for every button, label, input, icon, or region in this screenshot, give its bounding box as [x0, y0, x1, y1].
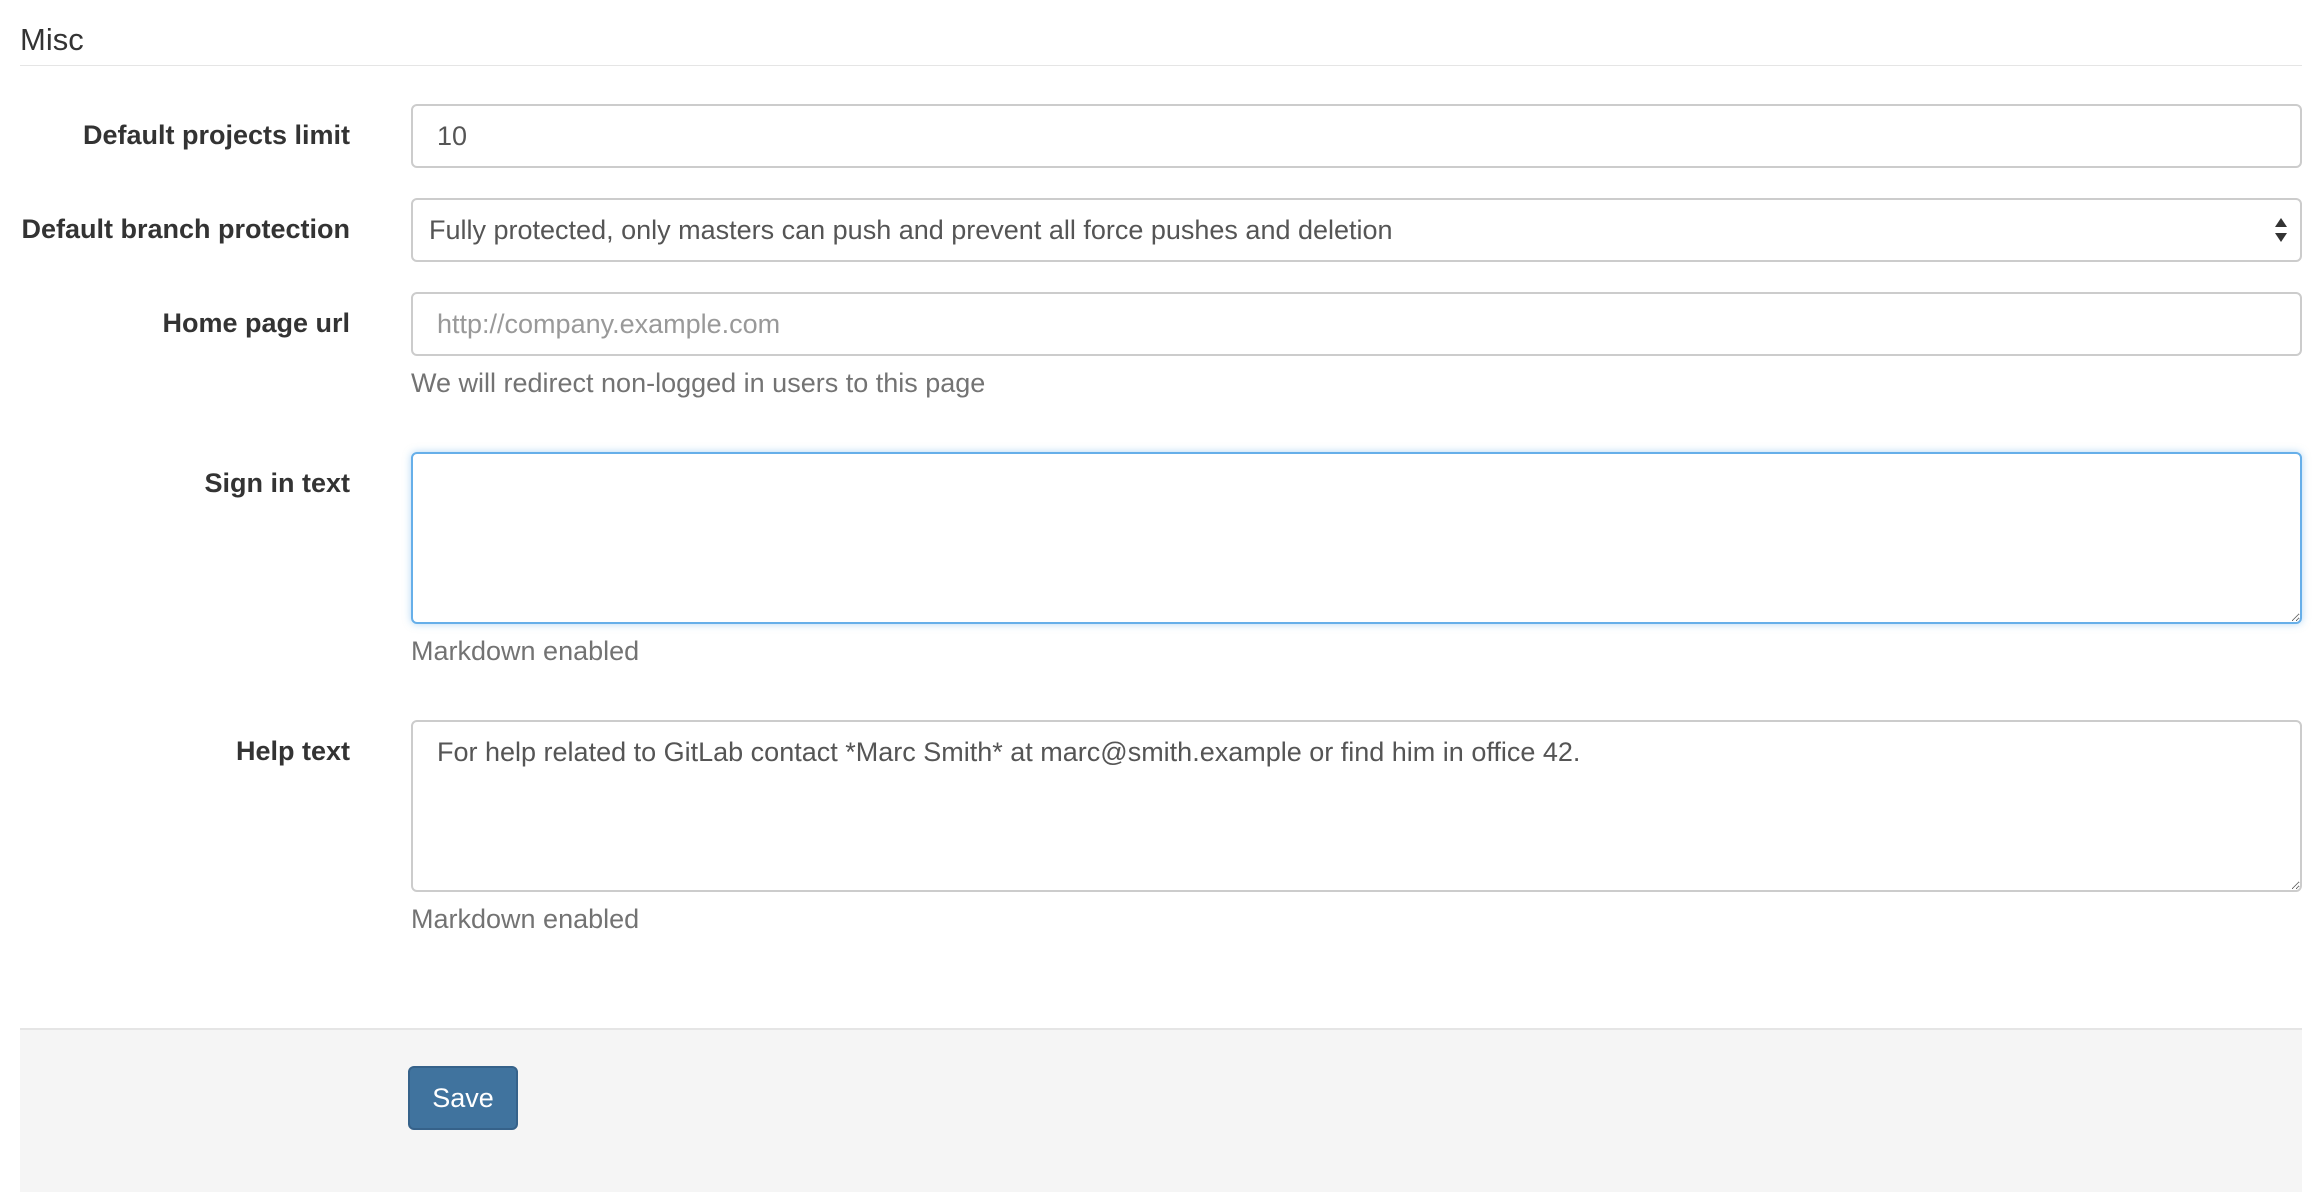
home-page-url-label: Home page url [162, 308, 350, 338]
branch-protection-select[interactable]: Fully protected, only masters can push a… [411, 198, 2302, 262]
application-settings-form: Misc Default projects limit Default bran… [20, 0, 2302, 1192]
sign-in-text-help: Markdown enabled [411, 636, 640, 666]
projects-limit-input[interactable] [411, 104, 2302, 168]
form-actions: Save [20, 1028, 2302, 1192]
branch-protection-selected-value: Fully protected, only masters can push a… [429, 215, 1393, 245]
branch-protection-label: Default branch protection [21, 214, 350, 244]
sign-in-text-textarea[interactable] [411, 452, 2302, 624]
home-page-url-input[interactable] [411, 292, 2302, 356]
help-text-textarea[interactable]: For help related to GitLab contact *Marc… [411, 720, 2302, 892]
help-text-help: Markdown enabled [411, 904, 640, 934]
section-divider [20, 65, 2302, 66]
help-text-label: Help text [235, 736, 350, 766]
projects-limit-label: Default projects limit [82, 120, 350, 150]
save-button[interactable]: Save [408, 1066, 518, 1130]
home-page-url-help: We will redirect non-logged in users to … [411, 368, 986, 398]
select-arrows-icon [2275, 218, 2287, 242]
sign-in-text-label: Sign in text [204, 468, 350, 498]
section-title: Misc [20, 22, 84, 57]
